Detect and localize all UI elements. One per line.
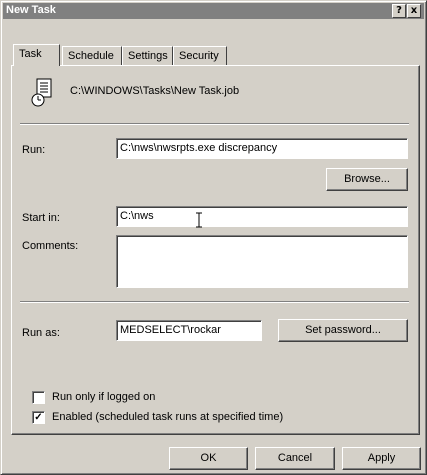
tab-label: Task xyxy=(19,48,42,60)
text-cursor-icon xyxy=(195,212,203,231)
separator xyxy=(20,301,409,303)
run-label: Run: xyxy=(22,144,46,156)
set-password-button[interactable]: Set password... xyxy=(278,319,408,342)
help-button[interactable]: ? xyxy=(392,4,406,18)
apply-button[interactable]: Apply xyxy=(342,447,421,470)
run-input[interactable]: C:\nws\nwsrpts.exe discrepancy xyxy=(116,138,408,159)
window-title: New Task xyxy=(6,4,56,16)
start-in-input[interactable]: C:\nws xyxy=(116,206,408,227)
cancel-button[interactable]: Cancel xyxy=(255,447,335,470)
enabled-checkbox[interactable]: ✓ xyxy=(32,411,45,424)
comments-input[interactable] xyxy=(116,235,408,288)
tab-label: Schedule xyxy=(68,50,114,62)
enabled-label[interactable]: Enabled (scheduled task runs at specifie… xyxy=(52,411,283,423)
tab-settings[interactable]: Settings xyxy=(122,46,173,66)
task-file-path: C:\WINDOWS\Tasks\New Task.job xyxy=(70,85,240,97)
run-only-logged-on-checkbox[interactable] xyxy=(32,391,45,404)
comments-label: Comments: xyxy=(22,240,79,252)
tab-label: Security xyxy=(179,50,219,62)
start-in-label: Start in: xyxy=(22,212,60,224)
task-tab-panel: C:\WINDOWS\Tasks\New Task.job Run: C:\nw… xyxy=(11,65,420,435)
title-bar[interactable]: New Task ? x xyxy=(3,3,424,19)
run-as-label: Run as: xyxy=(22,327,60,339)
tab-task[interactable]: Task xyxy=(13,44,60,66)
new-task-dialog: New Task ? x Task Schedule Settings Secu… xyxy=(0,0,427,475)
scheduled-task-icon xyxy=(31,78,57,111)
close-button[interactable]: x xyxy=(407,4,421,18)
browse-button[interactable]: Browse... xyxy=(326,168,408,191)
tab-label: Settings xyxy=(128,50,168,62)
run-as-input[interactable]: MEDSELECT\rockar xyxy=(116,320,262,341)
tab-schedule[interactable]: Schedule xyxy=(62,46,122,66)
separator xyxy=(20,123,409,125)
run-only-logged-on-label[interactable]: Run only if logged on xyxy=(52,391,155,403)
ok-button[interactable]: OK xyxy=(169,447,248,470)
tab-security[interactable]: Security xyxy=(173,46,227,66)
